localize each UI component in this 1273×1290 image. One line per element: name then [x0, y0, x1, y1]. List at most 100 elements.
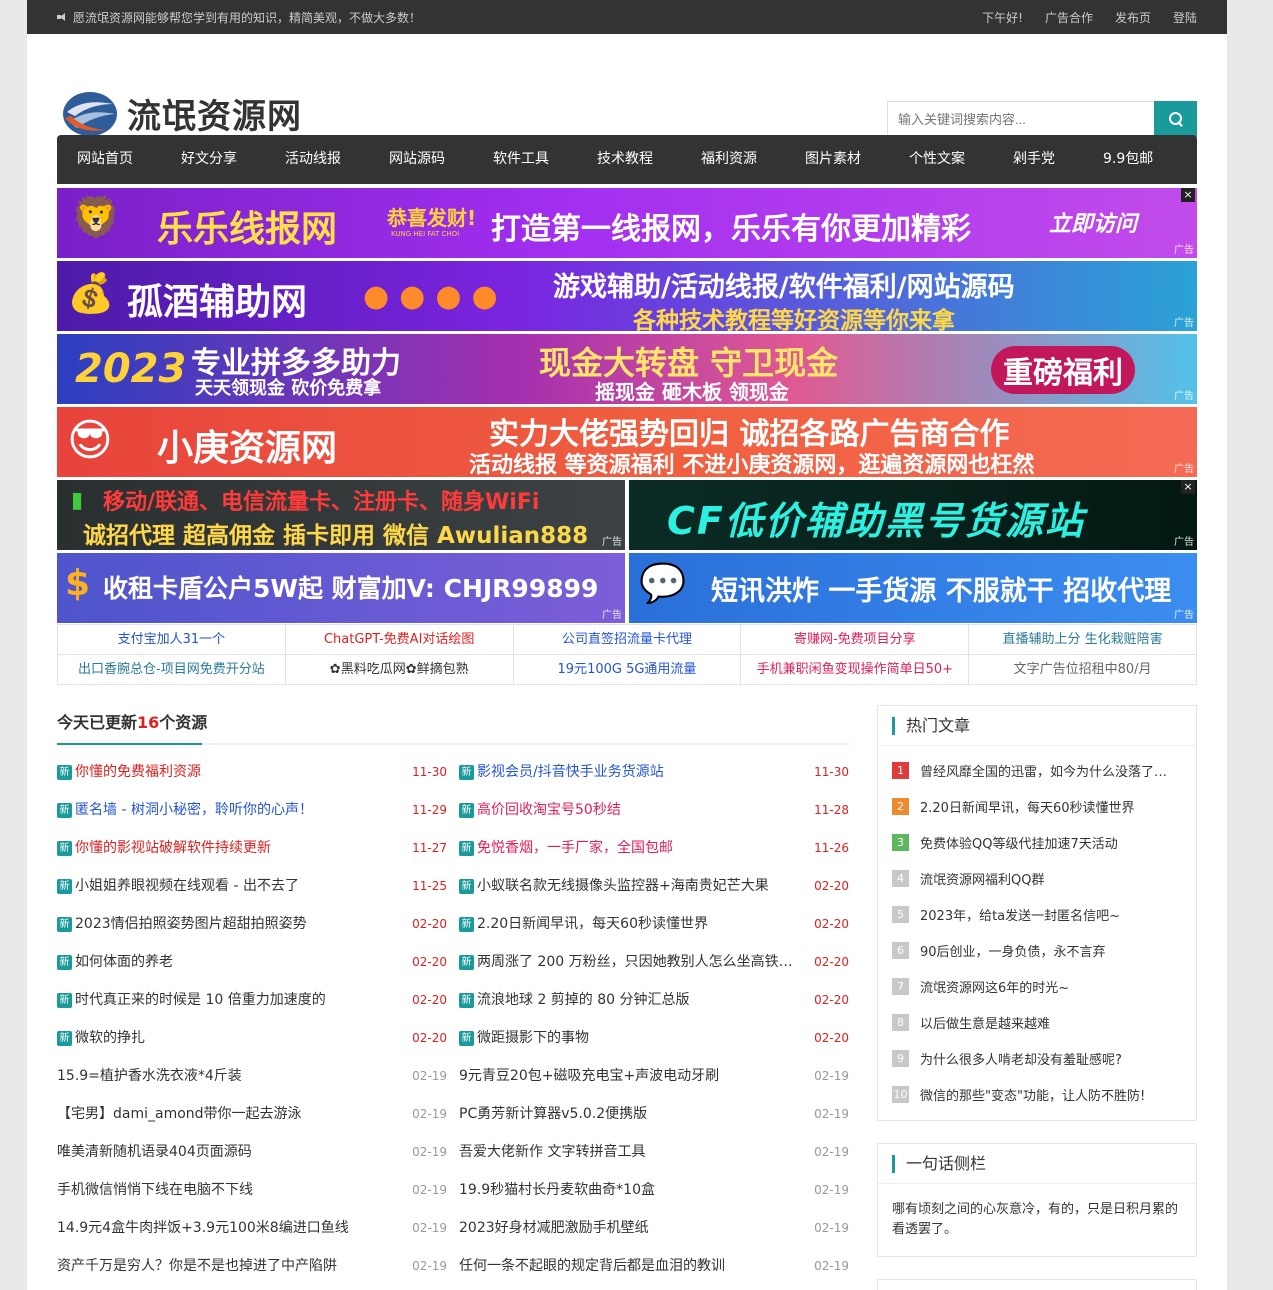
resource-item[interactable]: 新 2023情侣拍照姿势图片超甜拍照姿势 02-20 — [57, 905, 447, 943]
hot-article-title: 免费体验QQ等级代挂加速7天活动 — [920, 836, 1118, 852]
resource-item[interactable]: 新如何体面的养老 02-20 — [57, 943, 447, 981]
hot-article-item[interactable]: 10 微信的那些"变态"功能，让人防不胜防! — [892, 1076, 1182, 1112]
resource-item[interactable]: 新你懂的免费福利资源 11-30 — [57, 753, 447, 791]
text-ad-link[interactable]: 公司直签招流量卡代理 — [513, 625, 742, 655]
banner-ad-kadun[interactable]: $ 收租卡盾公户5W起 财富加V: CHJR99899 广告 — [57, 553, 625, 623]
hot-article-item[interactable]: 3 免费体验QQ等级代挂加速7天活动 — [892, 824, 1182, 860]
banner-ad-simcard[interactable]: ▮ 移动/联通、电信流量卡、注册卡、随身WiFi 诚招代理 超高佣金 插卡即用 … — [57, 480, 625, 550]
resource-item[interactable]: 任何一条不起眼的规定背后都是血泪的教训 02-19 — [459, 1247, 849, 1285]
text-ad-link[interactable]: ✿黑料吃瓜网✿鲜摘包熟 — [285, 655, 514, 685]
resource-item[interactable]: 新流浪地球 2 剪掉的 80 分钟汇总版 02-20 — [459, 981, 849, 1019]
text-ad-link[interactable]: 直播辅助上分 生化栽赃陪害 — [969, 625, 1197, 655]
resource-item[interactable]: 新高价回收淘宝号50秒结 11-28 — [459, 791, 849, 829]
resource-title: 微距摄影下的事物 — [477, 1030, 589, 1046]
publish-page-link[interactable]: 发布页 — [1115, 9, 1151, 26]
hot-article-item[interactable]: 7 流氓资源网这6年的时光~ — [892, 968, 1182, 1004]
resource-item[interactable]: 9元青豆20包+磁吸充电宝+声波电动牙刷 02-19 — [459, 1057, 849, 1095]
resource-title: 任何一条不起眼的规定背后都是血泪的教训 — [459, 1258, 725, 1274]
lele-mascot-icon: 🦁 — [71, 195, 121, 241]
text-ad-link[interactable]: ChatGPT-免费AI对话绘图 — [285, 625, 514, 655]
ad-gujiu-title: 孤酒辅助网 — [127, 281, 308, 323]
resource-item[interactable]: 新 2.20日新闻早讯，每天60秒读懂世界 02-20 — [459, 905, 849, 943]
hot-article-item[interactable]: 9 为什么很多人啃老却没有羞耻感呢? — [892, 1040, 1182, 1076]
hot-articles-list: 1 曾经风靡全国的迅雷，如今为什么没落了… 2 2.20日新闻早讯，每天60秒读懂世界… — [878, 746, 1196, 1120]
hot-article-item[interactable]: 6 90后创业，一身负债，永不言弃 — [892, 932, 1182, 968]
resource-title: 19.9秒猫村长丹麦软曲奇*10盒 — [459, 1182, 655, 1198]
resource-column-right: 新影视会员/抖音快手业务货源站 11-30 新高价回收淘宝号50秒结 11-28 新免悦… — [459, 753, 849, 1285]
close-icon[interactable]: × — [1181, 480, 1195, 494]
text-ads-row: 支付宝加人31一个 ChatGPT-免费AI对话绘图 公司直签招流量卡代理 寄赚网-免… — [58, 625, 1197, 655]
nav-free-shipping[interactable]: 9.9包邮 — [1091, 135, 1165, 184]
text-ad-link[interactable]: 出口香腕总仓-项目网免费开分站 — [58, 655, 286, 685]
new-badge: 新 — [459, 764, 474, 780]
banner-ad-cf[interactable]: CF低价辅助黑号货源站 × 广告 — [629, 480, 1197, 550]
ad-sms-title: 短讯洪炸 一手货源 不服就干 招收代理 — [711, 576, 1172, 607]
resource-item[interactable]: 新影视会员/抖音快手业务货源站 11-30 — [459, 753, 849, 791]
nav-copywriting[interactable]: 个性文案 — [897, 135, 977, 184]
hot-article-item[interactable]: 1 曾经风靡全国的迅雷，如今为什么没落了… — [892, 752, 1182, 788]
search-button[interactable] — [1154, 101, 1197, 137]
resource-title: 两周涨了 200 万粉丝，只因她教别人怎么坐高铁… — [477, 954, 793, 970]
resource-date: 02-20 — [412, 993, 447, 1007]
ad-cooperation-link[interactable]: 广告合作 — [1045, 9, 1093, 26]
ad-tag: 广告 — [1174, 318, 1194, 329]
nav-software[interactable]: 软件工具 — [481, 135, 561, 184]
resource-item[interactable]: 资产千万是穷人？你是不是也掉进了中产陷阱 02-19 — [57, 1247, 447, 1285]
hot-article-item[interactable]: 5 2023年，给ta发送一封匿名信吧~ — [892, 896, 1182, 932]
site-logo[interactable]: 流氓资源网 — [61, 89, 302, 138]
resource-item[interactable]: 新小蚁联名款无线摄像头监控器+海南贵妃芒大果 02-20 — [459, 867, 849, 905]
resource-item[interactable]: 2023好身材减肥激励手机壁纸 02-19 — [459, 1209, 849, 1247]
banner-ad-sms[interactable]: 💬 短讯洪炸 一手货源 不服就干 招收代理 广告 — [629, 553, 1197, 623]
text-ad-link[interactable]: 支付宝加人31一个 — [58, 625, 286, 655]
resource-title: 流浪地球 2 剪掉的 80 分钟汇总版 — [477, 992, 690, 1008]
nav-home[interactable]: 网站首页 — [65, 135, 145, 184]
hot-article-item[interactable]: 2 2.20日新闻早讯，每天60秒读懂世界 — [892, 788, 1182, 824]
resource-title: 2.20日新闻早讯，每天60秒读懂世界 — [477, 916, 708, 932]
text-ad-link[interactable]: 文字广告位招租中80/月 — [969, 655, 1197, 685]
resource-item[interactable]: 新匿名墙 - 树洞小秘密，聆听你的心声！ 11-29 — [57, 791, 447, 829]
rank-number: 10 — [892, 1085, 909, 1103]
resource-title: 2023好身材减肥激励手机壁纸 — [459, 1220, 649, 1236]
resource-title: 如何体面的养老 — [75, 954, 173, 970]
new-badge: 新 — [459, 916, 474, 932]
resource-item[interactable]: 新微距摄影下的事物 02-20 — [459, 1019, 849, 1057]
resource-item[interactable]: 唯美清新随机语录404页面源码 02-19 — [57, 1133, 447, 1171]
resource-item[interactable]: 15.9=植护香水洗衣液*4斤装 02-19 — [57, 1057, 447, 1095]
nav-shopping[interactable]: 剁手党 — [1001, 135, 1067, 184]
ad-xiaogeng-line2: 活动线报 等资源福利 不进小庚资源网，逛遍资源网也枉然 — [469, 453, 1035, 477]
close-icon[interactable]: × — [1181, 188, 1195, 202]
resource-item[interactable]: 新时代真正来的时候是 10 倍重力加速度的 02-20 — [57, 981, 447, 1019]
text-ad-link[interactable]: 寄赚网-免费项目分享 — [741, 625, 970, 655]
login-link[interactable]: 登陆 — [1173, 9, 1197, 26]
resource-item[interactable]: 新你懂的影视站破解软件持续更新 11-27 — [57, 829, 447, 867]
resource-item[interactable]: PC勇芳新计算器v5.0.2便携版 02-19 — [459, 1095, 849, 1133]
ad-pdd-badge: 重磅福利 — [991, 346, 1135, 394]
resource-item[interactable]: 新两周涨了 200 万粉丝，只因她教别人怎么坐高铁… 02-20 — [459, 943, 849, 981]
resource-item[interactable]: 14.9元4盒牛肉拌饭+3.9元100米8编进口鱼线 02-19 — [57, 1209, 447, 1247]
banner-ad-gujiu[interactable]: 💰 孤酒辅助网 ●●●● 游戏辅助/活动线报/软件福利/网站源码 各种技术教程等… — [57, 261, 1197, 331]
nav-images[interactable]: 图片素材 — [793, 135, 873, 184]
resource-item[interactable]: 【宅男】dami_amond带你一起去游泳 02-19 — [57, 1095, 447, 1133]
nav-articles[interactable]: 好文分享 — [169, 135, 249, 184]
dollar-icon: $ — [65, 563, 91, 604]
banner-ad-lele[interactable]: 🦁 乐乐线报网 恭喜发财! KUNG HEI FAT CHOI 打造第一线报网，… — [57, 188, 1197, 258]
search-icon — [1168, 112, 1183, 126]
banner-ad-xiaogeng[interactable]: 😎 小庚资源网 实力大佬强势回归 诚招各路广告商合作 活动线报 等资源福利 不进… — [57, 407, 1197, 477]
resource-item[interactable]: 19.9秒猫村长丹麦软曲奇*10盒 02-19 — [459, 1171, 849, 1209]
text-ad-link[interactable]: 手机兼职闲鱼变现操作简单日50+ — [741, 655, 970, 685]
search-input[interactable] — [887, 101, 1154, 137]
resource-item[interactable]: 手机微信悄悄下线在电脑不下线 02-19 — [57, 1171, 447, 1209]
nav-tutorials[interactable]: 技术教程 — [585, 135, 665, 184]
nav-deals[interactable]: 活动线报 — [273, 135, 353, 184]
nav-welfare[interactable]: 福利资源 — [689, 135, 769, 184]
resource-item[interactable]: 吾爱大佬新作 文字转拼音工具 02-19 — [459, 1133, 849, 1171]
banner-ad-pdd[interactable]: 2023 专业拼多多助力 天天领现金 砍价免费拿 现金大转盘 守卫现金 摇现金 … — [57, 334, 1197, 404]
resource-item[interactable]: 新免悦香烟，一手厂家，全国包邮 11-26 — [459, 829, 849, 867]
resource-item[interactable]: 新小姐姐养眼视频在线观看 - 出不去了 11-25 — [57, 867, 447, 905]
nav-source-code[interactable]: 网站源码 — [377, 135, 457, 184]
hot-article-item[interactable]: 4 流氓资源网福利QQ群 — [892, 860, 1182, 896]
hot-article-item[interactable]: 8 以后做生意是越来越难 — [892, 1004, 1182, 1040]
resource-item[interactable]: 新微软的挣扎 02-20 — [57, 1019, 447, 1057]
text-ad-link[interactable]: 19元100G 5G通用流量 — [513, 655, 742, 685]
ad-tag: 广告 — [1174, 610, 1194, 621]
